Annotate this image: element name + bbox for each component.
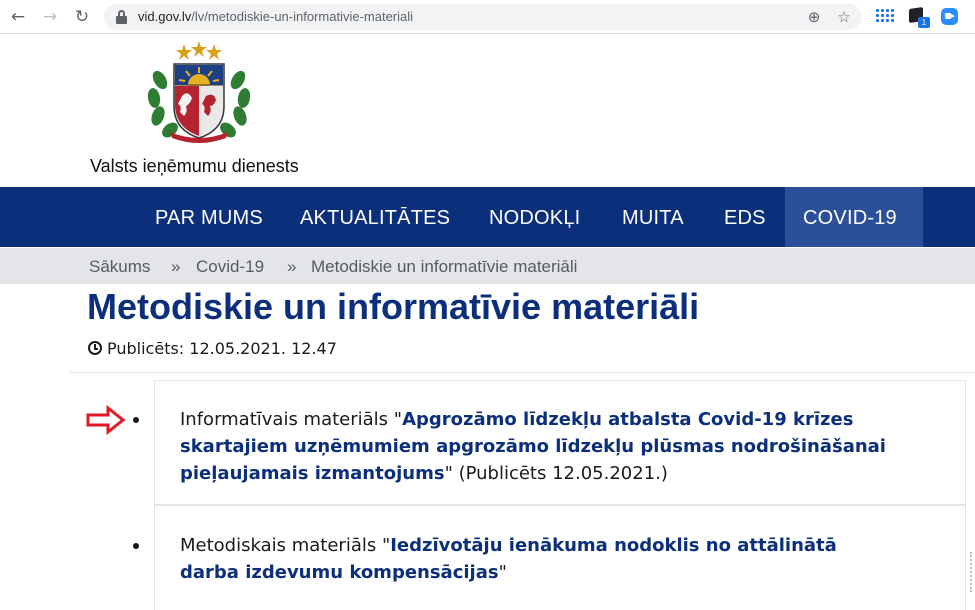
breadcrumb-current: Metodiskie un informatīvie materiāli bbox=[311, 257, 578, 276]
zoom-icon[interactable]: ⊕ bbox=[804, 7, 824, 27]
nav-item-eds[interactable]: EDS bbox=[724, 187, 766, 247]
published-label: Publicēts: 12.05.2021. 12.47 bbox=[107, 339, 337, 358]
breadcrumb-separator: » bbox=[171, 257, 181, 276]
url-host: vid.gov.lv bbox=[138, 9, 192, 24]
nav-item-nodokli[interactable]: NODOKĻI bbox=[489, 187, 580, 247]
extension-badge: 1 bbox=[918, 17, 930, 28]
zoom-app-icon[interactable] bbox=[941, 8, 958, 25]
back-icon[interactable]: ← bbox=[6, 5, 30, 29]
nav-item-par-mums[interactable]: PAR MUMS bbox=[155, 187, 263, 247]
page-title: Metodiskie un informatīvie materiāli bbox=[87, 286, 700, 327]
divider bbox=[70, 372, 975, 373]
item-suffix: " (Publicēts 12.05.2021.) bbox=[444, 463, 668, 484]
breadcrumb-covid-19[interactable]: Covid-19 bbox=[196, 257, 264, 277]
nav-item-muita[interactable]: MUITA bbox=[622, 187, 684, 247]
apps-grid-icon[interactable] bbox=[876, 9, 894, 23]
nav-item-aktualitates[interactable]: AKTUALITĀTES bbox=[300, 187, 450, 247]
list-item-text: Metodiskais materiāls "Iedzīvotāju ienāk… bbox=[180, 532, 900, 586]
browser-toolbar: ← → ↻ vid.gov.lv/lv/metodiskie-un-inform… bbox=[0, 0, 975, 34]
breadcrumb: Sākums » Covid-19 » Metodiskie un inform… bbox=[0, 248, 975, 284]
item-prefix: Metodiskais materiāls " bbox=[180, 535, 391, 556]
published-date: Publicēts: 12.05.2021. 12.47 bbox=[88, 339, 337, 358]
main-navigation: PAR MUMS AKTUALITĀTES NODOKĻI MUITA EDS … bbox=[0, 187, 975, 247]
forward-icon[interactable]: → bbox=[38, 5, 62, 29]
lock-icon[interactable] bbox=[116, 10, 127, 24]
nav-item-covid-19[interactable]: COVID-19 bbox=[785, 187, 923, 247]
address-bar[interactable]: vid.gov.lv/lv/metodiskie-un-informativie… bbox=[104, 4, 862, 30]
list-item-text: Informatīvais materiāls "Apgrozāmo līdze… bbox=[180, 406, 900, 487]
url-text[interactable]: vid.gov.lv/lv/metodiskie-un-informativie… bbox=[138, 9, 413, 24]
breadcrumb-separator: » bbox=[287, 257, 297, 276]
coat-of-arms-logo[interactable] bbox=[146, 40, 252, 146]
reload-icon[interactable]: ↻ bbox=[70, 5, 94, 29]
breadcrumb-home[interactable]: Sākums bbox=[89, 257, 150, 277]
url-path: /lv/metodiskie-un-informativie-materiali bbox=[191, 9, 414, 24]
clock-icon bbox=[88, 341, 102, 355]
list-bullet bbox=[133, 543, 139, 549]
list-bullet bbox=[133, 417, 139, 423]
item-suffix: " bbox=[498, 562, 507, 583]
site-name[interactable]: Valsts ieņēmumu dienests bbox=[90, 156, 299, 177]
item-prefix: Informatīvais materiāls " bbox=[180, 409, 403, 430]
scrollbar-hint[interactable] bbox=[968, 552, 972, 592]
bookmark-star-icon[interactable]: ☆ bbox=[834, 7, 854, 27]
red-outline-arrow-icon bbox=[86, 405, 126, 435]
